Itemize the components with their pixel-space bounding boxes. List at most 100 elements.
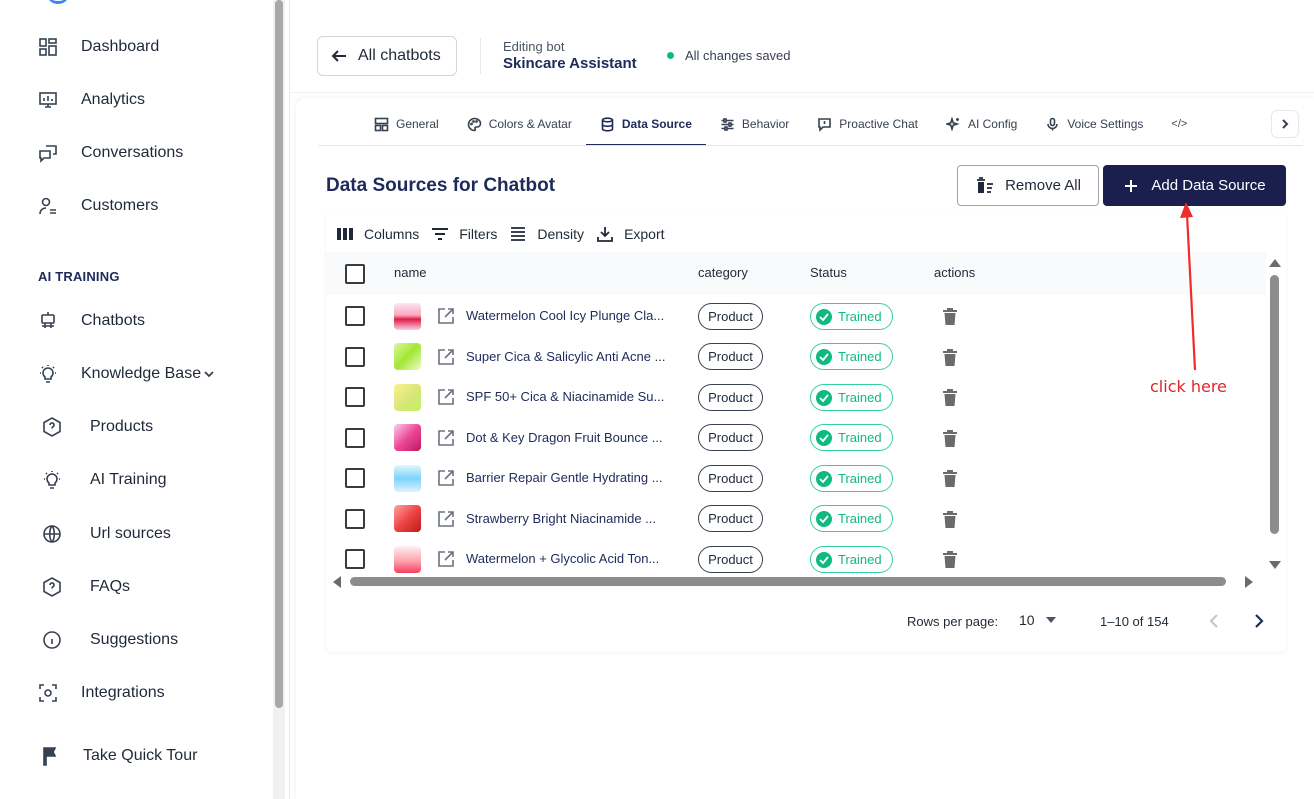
open-external-icon[interactable]: [437, 307, 455, 325]
columns-label: Columns: [364, 226, 420, 242]
delete-icon[interactable]: [942, 388, 958, 406]
tabs-divider: [318, 145, 1303, 146]
scroll-right-arrow-icon[interactable]: [1245, 576, 1253, 588]
scroll-up-arrow-icon[interactable]: [1269, 259, 1281, 267]
take-quick-tour-button[interactable]: Take Quick Tour: [40, 741, 197, 771]
layout-icon: [374, 117, 389, 131]
status-badge: Trained: [810, 424, 893, 451]
remove-all-button[interactable]: Remove All: [957, 165, 1099, 206]
sidebar-item-knowledge-base[interactable]: Knowledge Base: [38, 359, 215, 389]
sidebar-scrollbar-thumb[interactable]: [275, 0, 283, 708]
status-label: Trained: [838, 552, 882, 567]
sidebar-item-customers[interactable]: Customers: [38, 191, 158, 221]
row-checkbox[interactable]: [345, 509, 365, 529]
export-button[interactable]: Export: [596, 225, 665, 243]
delete-icon[interactable]: [942, 429, 958, 447]
grid-horizontal-scrollbar[interactable]: [330, 575, 1264, 589]
tab-voice-settings[interactable]: Voice Settings: [1031, 103, 1157, 145]
sidebar-item-dashboard[interactable]: Dashboard: [38, 32, 159, 62]
tab-colors-avatar[interactable]: Colors & Avatar: [453, 103, 586, 145]
row-name: Dot & Key Dragon Fruit Bounce ...: [466, 430, 663, 445]
back-to-chatbots-button[interactable]: All chatbots: [317, 36, 457, 76]
sidebar-item-integrations[interactable]: Integrations: [38, 678, 165, 708]
sidebar-item-ai-training[interactable]: AI Training: [42, 465, 166, 495]
sidebar-item-suggestions[interactable]: Suggestions: [42, 625, 178, 655]
tab-behavior[interactable]: Behavior: [706, 103, 803, 145]
row-checkbox[interactable]: [345, 428, 365, 448]
delete-icon[interactable]: [942, 510, 958, 528]
export-label: Export: [624, 226, 665, 242]
sidebar-item-conversations[interactable]: Conversations: [38, 138, 183, 168]
dropdown-arrow-icon: [1045, 617, 1056, 623]
density-label: Density: [537, 226, 585, 242]
density-button[interactable]: Density: [509, 225, 584, 243]
sidebar-scrollbar[interactable]: [273, 0, 285, 799]
product-thumbnail: [394, 303, 421, 330]
column-header-category[interactable]: category: [698, 265, 748, 280]
column-header-status[interactable]: Status: [810, 265, 847, 280]
column-header-name[interactable]: name: [394, 265, 427, 280]
check-circle-icon: [816, 348, 832, 365]
scroll-left-arrow-icon[interactable]: [333, 576, 341, 588]
grid-vertical-scrollbar[interactable]: [1268, 256, 1282, 572]
previous-page-button[interactable]: [1205, 612, 1223, 630]
category-chip: Product: [698, 546, 763, 573]
rows-per-page-select[interactable]: 10: [1019, 612, 1057, 628]
sidebar-item-chatbots[interactable]: Chatbots: [38, 306, 145, 336]
tab-data-source[interactable]: Data Source: [585, 103, 706, 146]
status-badge: Trained: [810, 303, 893, 330]
delete-icon[interactable]: [942, 469, 958, 487]
status-label: Trained: [838, 511, 882, 526]
product-thumbnail: [394, 424, 421, 451]
check-circle-icon: [816, 429, 832, 446]
sidebar-item-products[interactable]: Products: [42, 412, 153, 442]
check-circle-icon: [816, 510, 832, 527]
delete-icon[interactable]: [942, 348, 958, 366]
sidebar-item-label: Integrations: [81, 684, 165, 701]
product-thumbnail: [394, 546, 421, 573]
row-checkbox[interactable]: [345, 347, 365, 367]
density-icon: [511, 227, 526, 241]
category-chip: Product: [698, 505, 763, 532]
select-all-checkbox[interactable]: [345, 264, 365, 284]
editing-label: Editing bot: [503, 39, 565, 54]
sidebar-item-url-sources[interactable]: Url sources: [42, 519, 171, 549]
tab-proactive-chat[interactable]: Proactive Chat: [803, 103, 932, 145]
tabs-scroll-right-button[interactable]: [1271, 110, 1299, 138]
open-external-icon[interactable]: [437, 388, 455, 406]
row-checkbox[interactable]: [345, 387, 365, 407]
row-checkbox[interactable]: [345, 468, 365, 488]
globe-icon: [42, 524, 62, 544]
chevron-down-icon[interactable]: [203, 368, 215, 380]
column-header-actions[interactable]: actions: [934, 265, 975, 280]
sidebar-item-analytics[interactable]: Analytics: [38, 85, 145, 115]
next-page-button[interactable]: [1250, 612, 1268, 630]
delete-icon[interactable]: [942, 550, 958, 568]
chevron-left-icon: [1209, 614, 1218, 628]
row-name: Strawberry Bright Niacinamide ...: [466, 511, 657, 526]
open-external-icon[interactable]: [437, 550, 455, 568]
horizontal-scroll-thumb[interactable]: [350, 577, 1226, 586]
product-thumbnail: [394, 343, 421, 370]
analytics-icon: [38, 90, 58, 110]
robot-icon: [38, 311, 58, 331]
row-checkbox[interactable]: [345, 306, 365, 326]
product-thumbnail: [394, 465, 421, 492]
open-external-icon[interactable]: [437, 510, 455, 528]
tab-bar: General Colors & Avatar Data Source Beha…: [360, 103, 1191, 146]
sidebar-item-faqs[interactable]: FAQs: [42, 572, 130, 602]
open-external-icon[interactable]: [437, 429, 455, 447]
info-icon: [42, 630, 62, 650]
open-external-icon[interactable]: [437, 348, 455, 366]
open-external-icon[interactable]: [437, 469, 455, 487]
scroll-down-arrow-icon[interactable]: [1269, 561, 1281, 569]
filters-button[interactable]: Filters: [431, 225, 497, 243]
tab-embed-code[interactable]: </>: [1157, 103, 1191, 145]
columns-button[interactable]: Columns: [336, 225, 419, 243]
view-column-icon: [337, 228, 353, 240]
delete-icon[interactable]: [942, 307, 958, 325]
tab-ai-config[interactable]: AI Config: [932, 103, 1031, 145]
row-checkbox[interactable]: [345, 549, 365, 569]
vertical-scroll-thumb[interactable]: [1270, 275, 1279, 534]
tab-general[interactable]: General: [360, 103, 453, 145]
